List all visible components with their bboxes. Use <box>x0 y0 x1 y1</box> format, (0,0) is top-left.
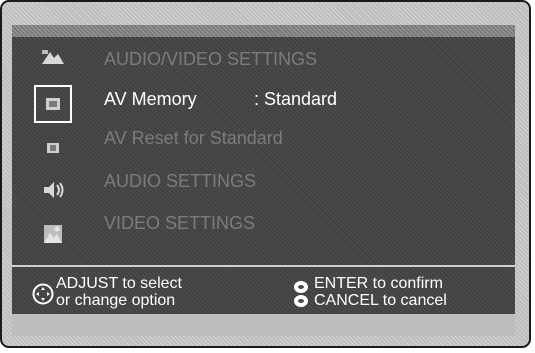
footer-divider <box>12 265 515 267</box>
menu-item-av-memory[interactable]: AV Memory : Standard <box>104 87 404 111</box>
osd-menu-panel: AUDIO/VIDEO SETTINGS AV Memory : Standar… <box>12 25 515 325</box>
adjust-line-1: ADJUST to select <box>56 275 182 292</box>
bottom-strip <box>12 314 515 336</box>
header-strip <box>12 25 515 37</box>
tv-screen-frame: AUDIO/VIDEO SETTINGS AV Memory : Standar… <box>0 0 531 348</box>
menu-item-value: : Standard <box>254 89 338 109</box>
video-settings-icon[interactable] <box>34 215 72 253</box>
menu-item-av-reset[interactable]: AV Reset for Standard <box>104 126 404 150</box>
av-memory-icon[interactable] <box>34 85 72 123</box>
menu-title: AUDIO/VIDEO SETTINGS <box>104 49 318 69</box>
audio-settings-icon[interactable] <box>34 171 72 209</box>
menu-item-audio-settings[interactable]: AUDIO SETTINGS <box>104 169 404 193</box>
av-reset-icon[interactable] <box>34 129 72 167</box>
menu-item-video-settings[interactable]: VIDEO SETTINGS <box>104 211 404 235</box>
dpad-icon <box>32 283 54 305</box>
menu-item-label: AV Memory <box>104 89 197 109</box>
enter-confirm-label: ENTER to confirm <box>314 275 443 292</box>
enter-cancel-button-icon <box>294 281 308 307</box>
adjust-line-2: or change option <box>56 292 176 309</box>
cancel-label: CANCEL to cancel <box>314 292 447 309</box>
av-settings-icon <box>34 39 72 77</box>
